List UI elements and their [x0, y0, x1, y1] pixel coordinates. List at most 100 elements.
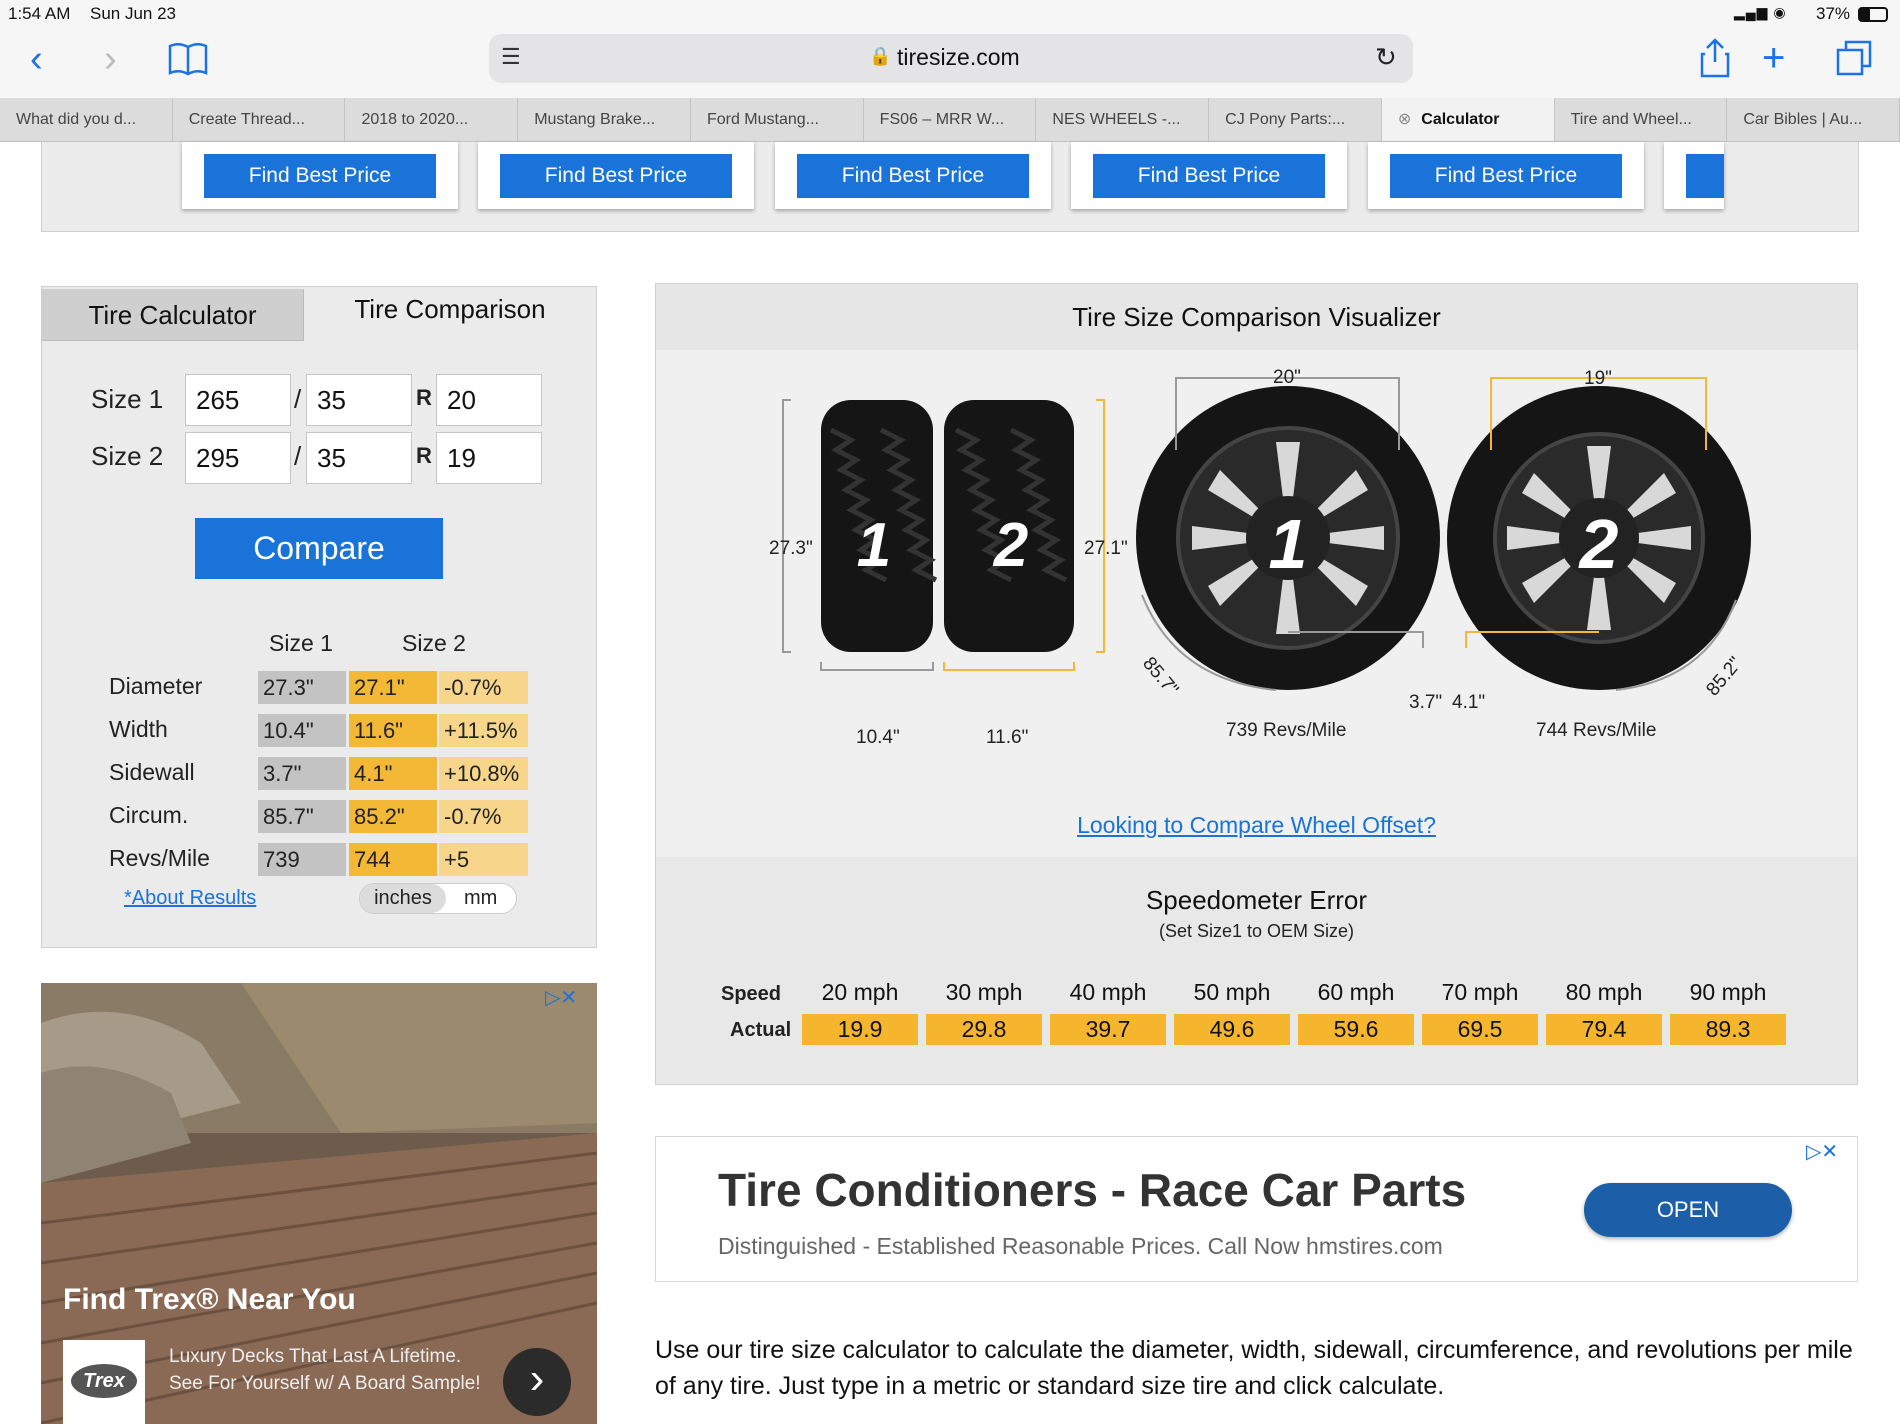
- ad-open-button[interactable]: OPEN: [1584, 1183, 1792, 1237]
- browser-tab[interactable]: FS06 – MRR W...: [864, 98, 1037, 141]
- tab-tire-calculator[interactable]: Tire Calculator: [42, 289, 304, 341]
- about-results-link[interactable]: *About Results: [124, 887, 256, 910]
- trex-ad-title: Find Trex® Near You: [63, 1283, 356, 1316]
- tire2-number: 2: [993, 511, 1029, 580]
- unit-inches-option[interactable]: inches: [360, 884, 446, 913]
- find-best-price-button[interactable]: Find Best Price: [797, 154, 1029, 198]
- r-label: R: [416, 443, 432, 468]
- price-card: Find Best Price: [478, 142, 754, 209]
- col-size1: Size 1: [269, 630, 333, 656]
- find-best-price-button[interactable]: Find Best Price: [204, 154, 436, 198]
- tab-tire-comparison[interactable]: Tire Comparison: [304, 283, 596, 335]
- lock-icon: 🔒: [869, 46, 892, 66]
- size2-width-input[interactable]: 295: [185, 432, 291, 484]
- trex-logo-text: Trex: [71, 1364, 137, 1398]
- size2-ratio-input[interactable]: 35: [306, 432, 412, 484]
- find-best-price-button[interactable]: Find Best Price: [1093, 154, 1325, 198]
- actual-row-label: Actual: [730, 1019, 792, 1041]
- result-size1-value: 85.7": [258, 800, 346, 833]
- tabs-overview-icon[interactable]: [1836, 40, 1872, 76]
- size2-rim-input[interactable]: 19: [436, 432, 542, 484]
- price-card: Find Best Price: [182, 142, 458, 209]
- wheel1-number: 1: [1268, 505, 1308, 583]
- reload-icon[interactable]: ↻: [1375, 42, 1397, 73]
- url-text: tiresize.com: [897, 44, 1020, 70]
- close-tab-icon[interactable]: ⊗: [1398, 111, 1411, 128]
- result-row-label: Diameter: [109, 673, 203, 699]
- price-card: Find Best Price: [1368, 142, 1644, 209]
- price-card: Find Best Price: [1664, 142, 1724, 209]
- speed-header: 50 mph: [1193, 979, 1271, 1005]
- new-tab-icon[interactable]: +: [1762, 38, 1785, 78]
- speed-header: 60 mph: [1317, 979, 1395, 1005]
- find-best-price-button[interactable]: Find Best Price: [500, 154, 732, 198]
- signal-icon: ▂▄▆ ◉: [1734, 4, 1787, 20]
- browser-tab[interactable]: Ford Mustang...: [691, 98, 864, 141]
- result-size2-value: 27.1": [349, 671, 437, 704]
- browser-tab[interactable]: What did you d...: [0, 98, 173, 141]
- browser-tab[interactable]: NES WHEELS -...: [1036, 98, 1210, 141]
- size2-label: Size 2: [91, 441, 164, 471]
- price-card: Find Best Price: [775, 142, 1051, 209]
- speed-header: 20 mph: [821, 979, 899, 1005]
- battery-percent: 37%: [1816, 4, 1851, 23]
- result-size1-value: 27.3": [258, 671, 346, 704]
- status-bar: 1:54 AM Sun Jun 23 ▂▄▆ ◉ 37%: [0, 0, 1900, 30]
- ad-title[interactable]: Tire Conditioners - Race Car Parts: [718, 1163, 1466, 1217]
- unit-toggle: inches mm: [359, 883, 517, 914]
- speedometer-section: Speedometer Error (Set Size1 to OEM Size…: [656, 857, 1857, 1084]
- forward-icon[interactable]: ›: [104, 40, 117, 78]
- status-date: Sun Jun 23: [90, 4, 177, 23]
- reader-icon[interactable]: ☰: [501, 44, 521, 70]
- unit-mm-option[interactable]: mm: [464, 884, 497, 913]
- diameter2-label: 27.1": [1084, 538, 1128, 559]
- slash: /: [294, 441, 302, 471]
- text-ad[interactable]: ▷✕ Tire Conditioners - Race Car Parts Di…: [655, 1136, 1858, 1282]
- browser-tab[interactable]: Tire and Wheel...: [1555, 98, 1728, 141]
- compare-button[interactable]: Compare: [195, 518, 443, 579]
- price-strip: Find Best Price Find Best Price Find Best …: [41, 142, 1859, 232]
- back-icon[interactable]: ‹: [30, 40, 43, 78]
- result-diff-value: -0.7%: [439, 671, 528, 704]
- result-diff-value: -0.7%: [439, 800, 528, 833]
- width2-label: 11.6": [986, 727, 1029, 748]
- tab-strip: What did you d... Create Thread... 2018 to…: [0, 98, 1900, 142]
- battery-icon: [1858, 7, 1888, 22]
- actual-speed-value: 89.3: [1670, 1014, 1786, 1045]
- trex-logo: Trex: [63, 1340, 145, 1424]
- ad-choices-icon[interactable]: ▷✕: [545, 985, 577, 1010]
- rim1-label: 20": [1273, 367, 1301, 388]
- comparison-visualizer: Tire Size Comparison Visualizer 1 2 1 2: [655, 283, 1858, 1085]
- browser-tab[interactable]: Create Thread...: [173, 98, 346, 141]
- size1-rim-input[interactable]: 20: [436, 374, 542, 426]
- address-bar[interactable]: ☰ 🔒 tiresize.com ↻: [489, 34, 1413, 83]
- result-size2-value: 744: [349, 843, 437, 876]
- browser-tab-label: Calculator: [1421, 111, 1500, 128]
- result-diff-value: +11.5%: [439, 714, 528, 747]
- trex-ad[interactable]: ▷✕ Find Trex® Near You Trex Luxury Decks…: [41, 983, 597, 1424]
- browser-tab[interactable]: CJ Pony Parts:...: [1209, 98, 1382, 141]
- wheel-offset-link[interactable]: Looking to Compare Wheel Offset?: [656, 812, 1857, 839]
- bookmarks-icon[interactable]: [168, 42, 208, 76]
- speed-header: 90 mph: [1689, 979, 1767, 1005]
- browser-tab[interactable]: Car Bibles | Au...: [1727, 98, 1900, 141]
- browser-tab[interactable]: 2018 to 2020...: [345, 98, 519, 141]
- result-size1-value: 10.4": [258, 714, 346, 747]
- find-best-price-button[interactable]: Find Best Price: [1686, 154, 1724, 198]
- size1-width-input[interactable]: 265: [185, 374, 291, 426]
- tire-calculator-panel: Tire Calculator Tire Comparison Size 1 2…: [41, 286, 597, 948]
- browser-tab[interactable]: Mustang Brake...: [518, 98, 691, 141]
- speed-row-label: Speed: [721, 983, 782, 1005]
- find-best-price-button[interactable]: Find Best Price: [1390, 154, 1622, 198]
- speed-header: 70 mph: [1441, 979, 1519, 1005]
- revs1-label: 739 Revs/Mile: [1226, 720, 1347, 741]
- size1-ratio-input[interactable]: 35: [306, 374, 412, 426]
- browser-tab[interactable]: ⊗ Calculator: [1381, 98, 1555, 141]
- speed-header: 40 mph: [1069, 979, 1147, 1005]
- ad-choices-icon[interactable]: ▷✕: [1806, 1139, 1838, 1164]
- chevron-right-icon[interactable]: ›: [503, 1348, 571, 1416]
- actual-speed-value: 59.6: [1298, 1014, 1414, 1045]
- result-row-label: Sidewall: [109, 759, 195, 785]
- speed-header: 80 mph: [1565, 979, 1643, 1005]
- share-icon[interactable]: [1700, 38, 1730, 78]
